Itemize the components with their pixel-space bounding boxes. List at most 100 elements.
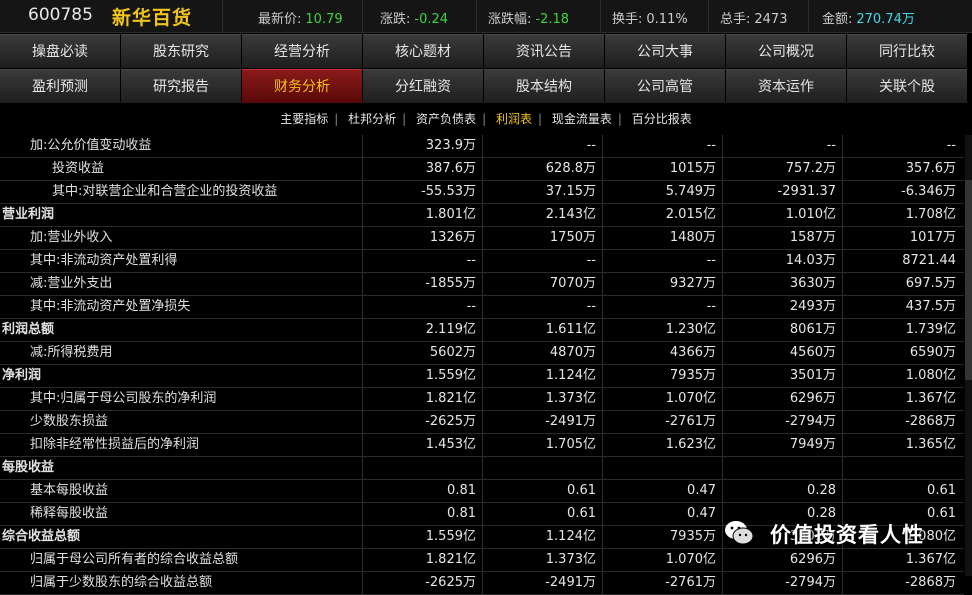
row-value: -2931.37 (722, 181, 842, 203)
row-value: 1587万 (722, 227, 842, 249)
scrollbar-thumb[interactable] (965, 180, 972, 380)
row-label: 归属于母公司所有者的综合收益总额 (30, 552, 239, 567)
header-divider (476, 0, 477, 32)
subtab-divider: | (617, 112, 622, 126)
stock-code: 600785 (28, 5, 93, 25)
row-label: 其中:非流动资产处置净损失 (30, 299, 191, 314)
row-value (722, 457, 842, 479)
nav-btn-financial-analysis[interactable]: 财务分析 (242, 69, 362, 103)
row-value: 1750万 (482, 227, 602, 249)
table-row: 减:所得税费用 5602万 4870万 4366万 4560万 6590万 (0, 342, 964, 365)
table-row: 减:营业外支出 -1855万 7070万 9327万 3630万 697.5万 (0, 273, 964, 296)
quote-last-price: 最新价: 10.79 (258, 12, 343, 27)
row-value: -6.346万 (842, 181, 962, 203)
subtab-divider: | (402, 112, 407, 126)
subtab-income-statement[interactable]: 利润表 (496, 112, 532, 126)
row-value: -2868万 (842, 411, 962, 433)
row-value: 1.080亿 (842, 365, 962, 387)
row-value: 0.47 (602, 480, 722, 502)
row-value: 4560万 (722, 342, 842, 364)
nav-btn-related-stocks[interactable]: 关联个股 (847, 69, 967, 103)
nav-btn-share-structure[interactable]: 股本结构 (484, 69, 604, 103)
row-value: 1.367亿 (842, 388, 962, 410)
row-value: 0.81 (362, 503, 482, 525)
header-divider (222, 0, 223, 32)
nav-btn-capital-operation[interactable]: 资本运作 (726, 69, 846, 103)
row-value: 0.47 (602, 503, 722, 525)
nav-btn-shareholder-research[interactable]: 股东研究 (121, 34, 241, 68)
table-row: 营业利润 1.801亿 2.143亿 2.015亿 1.010亿 1.708亿 (0, 204, 964, 227)
table-row: 其中:非流动资产处置利得 -- -- -- 14.03万 8721.44 (0, 250, 964, 273)
row-value: -- (482, 296, 602, 318)
subtab-percentage-report[interactable]: 百分比报表 (632, 112, 692, 126)
report-subtabs: 主要指标 | 杜邦分析 | 资产负债表 | 利润表 | 现金流量表 | 百分比报表 (0, 110, 972, 132)
row-value: 1.453亿 (362, 434, 482, 456)
row-value: -55.53万 (362, 181, 482, 203)
row-value: 1.705亿 (482, 434, 602, 456)
row-label: 其中:非流动资产处置利得 (30, 253, 178, 268)
row-value: 387.6万 (362, 158, 482, 180)
table-row: 少数股东损益 -2625万 -2491万 -2761万 -2794万 -2868万 (0, 411, 964, 434)
row-value: 7070万 (482, 273, 602, 295)
row-value: 1.230亿 (602, 319, 722, 341)
quote-change: 涨跌: -0.24 (380, 12, 449, 27)
table-row: 每股收益 (0, 457, 964, 480)
row-value: 0.61 (482, 480, 602, 502)
row-label: 其中:归属于母公司股东的净利润 (30, 391, 217, 406)
row-value: -- (602, 135, 722, 157)
row-value: 2.015亿 (602, 204, 722, 226)
row-value (602, 457, 722, 479)
row-value: 1.373亿 (482, 388, 602, 410)
nav-btn-company-profile[interactable]: 公司概况 (726, 34, 846, 68)
row-label: 净利润 (2, 368, 42, 383)
row-value: -- (362, 250, 482, 272)
nav-btn-executives[interactable]: 公司高管 (605, 69, 725, 103)
row-value: -- (482, 250, 602, 272)
row-value (362, 457, 482, 479)
subtab-balance-sheet[interactable]: 资产负债表 (416, 112, 476, 126)
row-label: 扣除非经常性损益后的净利润 (30, 437, 200, 452)
row-label: 营业利润 (2, 207, 55, 222)
table-row: 利润总额 2.119亿 1.611亿 1.230亿 8061万 1.739亿 (0, 319, 964, 342)
row-value: 1.070亿 (602, 549, 722, 571)
subtab-dupont[interactable]: 杜邦分析 (348, 112, 396, 126)
wechat-icon (725, 521, 754, 545)
table-row: 基本每股收益 0.81 0.61 0.47 0.28 0.61 (0, 480, 964, 503)
row-value: 1015万 (602, 158, 722, 180)
row-value: 7935万 (602, 365, 722, 387)
nav-btn-company-events[interactable]: 公司大事 (605, 34, 725, 68)
function-nav: 操盘必读 股东研究 经营分析 核心题材 资讯公告 公司大事 公司概况 同行比较 … (0, 34, 972, 104)
row-value: -2761万 (602, 572, 722, 594)
row-label: 加:营业外收入 (30, 230, 113, 245)
nav-btn-research-reports[interactable]: 研究报告 (121, 69, 241, 103)
row-value: 2493万 (722, 296, 842, 318)
nav-btn-earnings-forecast[interactable]: 盈利预测 (0, 69, 120, 103)
table-row: 其中:归属于母公司股东的净利润 1.821亿 1.373亿 1.070亿 6296万 1.… (0, 388, 964, 411)
row-value: 1.010亿 (722, 204, 842, 226)
row-value: 1.801亿 (362, 204, 482, 226)
table-row: 其中:非流动资产处置净损失 -- -- -- 2493万 437.5万 (0, 296, 964, 319)
row-value: 1.373亿 (482, 549, 602, 571)
table-row: 加:营业外收入 1326万 1750万 1480万 1587万 1017万 (0, 227, 964, 250)
nav-btn-trading-guide[interactable]: 操盘必读 (0, 34, 120, 68)
nav-btn-peer-comparison[interactable]: 同行比较 (847, 34, 967, 68)
subtab-divider: | (482, 112, 487, 126)
row-value: 14.03万 (722, 250, 842, 272)
nav-btn-core-themes[interactable]: 核心题材 (363, 34, 483, 68)
row-value: 0.81 (362, 480, 482, 502)
row-value: 0.61 (842, 480, 962, 502)
subtab-key-indicators[interactable]: 主要指标 (280, 112, 328, 126)
nav-btn-operation-analysis[interactable]: 经营分析 (242, 34, 362, 68)
row-value: 323.9万 (362, 135, 482, 157)
quote-volume: 总手: 2473 (720, 12, 788, 27)
row-value: -- (842, 135, 962, 157)
subtab-cash-flow[interactable]: 现金流量表 (552, 112, 612, 126)
nav-btn-news-announcements[interactable]: 资讯公告 (484, 34, 604, 68)
quote-amount: 金额: 270.74万 (822, 12, 915, 27)
row-value: 7949万 (722, 434, 842, 456)
row-value: 1.559亿 (362, 365, 482, 387)
nav-btn-dividends-financing[interactable]: 分红融资 (363, 69, 483, 103)
row-value: 6296万 (722, 388, 842, 410)
row-value: 357.6万 (842, 158, 962, 180)
row-value: 1.124亿 (482, 526, 602, 548)
